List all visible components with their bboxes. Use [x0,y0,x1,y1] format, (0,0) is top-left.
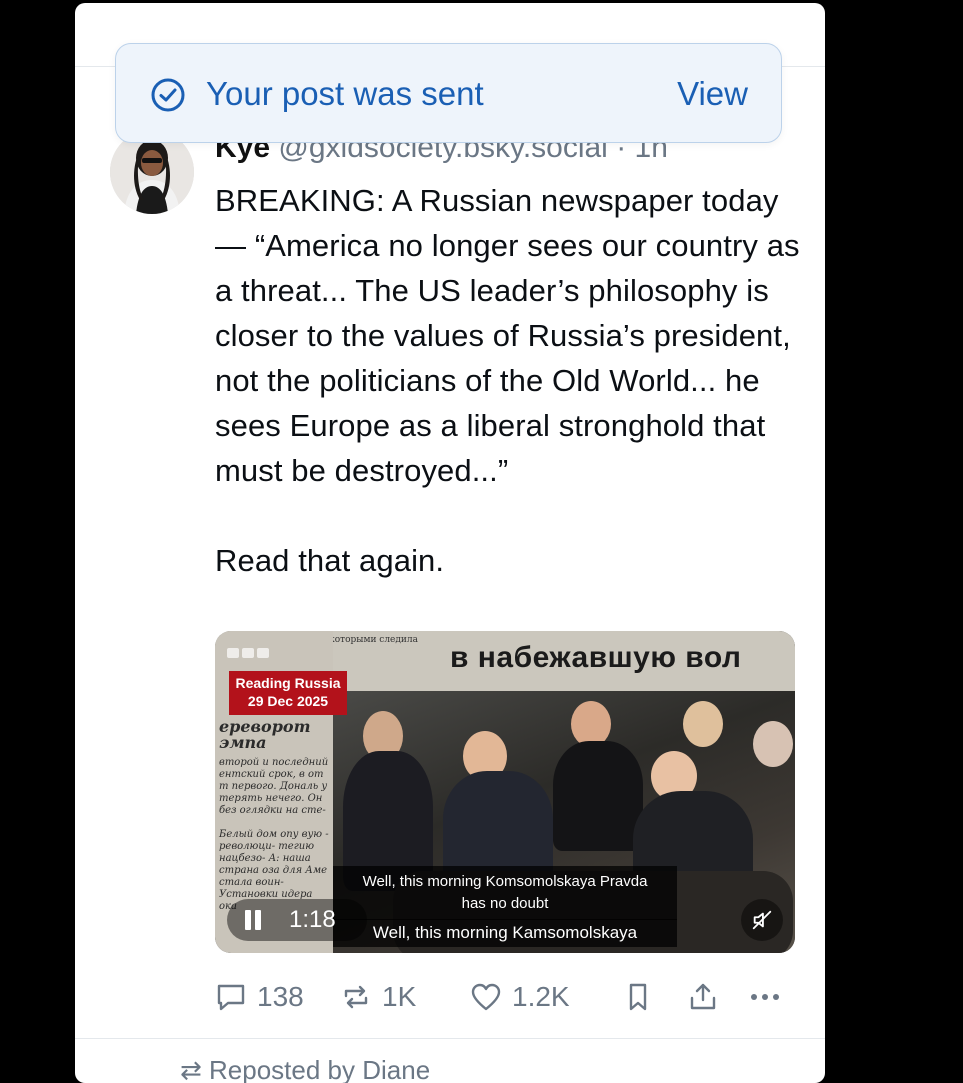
figure-body [553,741,643,851]
like-count: 1.2K [512,981,570,1012]
post-thread-panel: Kye @gxldsociety.bsky.social · 1h BREAKI… [75,3,825,1083]
video-subtitle: Well, this morning Komsomolskaya Pravda … [333,866,677,920]
figure-face [683,701,723,747]
burned-in-caption: Well, this morning Kamsomolskaya [333,919,677,947]
repost-small-icon: ⇄ [180,1055,210,1083]
bookmark-button[interactable] [622,975,654,1019]
post-divider [75,1038,825,1039]
mute-button[interactable] [741,899,783,941]
figure-face [753,721,793,767]
more-options-button[interactable] [747,975,787,1019]
newspaper-column-body: второй и последний ентский срок, в от т … [219,757,329,912]
reply-button[interactable]: 138 [215,975,315,1019]
newspaper-headline: в набежавшую вол [450,641,742,674]
badge-title: Reading Russia [235,675,341,691]
bookmark-icon [629,983,647,1011]
repost-icon [344,985,368,1009]
post-body-text: BREAKING: A Russian newspaper today — “A… [215,183,800,578]
heart-icon [471,983,501,1011]
share-icon [690,983,716,1010]
post-sent-toast[interactable]: Your post was sent View [115,43,782,143]
share-button[interactable] [687,975,719,1019]
repost-label-text: Reposted by Diane [209,1055,431,1083]
repost-button[interactable]: 1K [340,975,430,1019]
check-circle-icon [151,78,185,112]
reading-russia-badge: Reading Russia 29 Dec 2025 [229,671,347,715]
mute-icon [752,910,772,930]
repost-count: 1K [382,981,417,1012]
badge-date: 29 Dec 2025 [247,693,329,709]
toast-view-button[interactable]: View [677,74,748,114]
like-button[interactable]: 1.2K [470,975,580,1019]
subtitle-line-1: Well, this morning Komsomolskaya Pravda [362,873,648,890]
video-progress-dots [227,645,272,663]
reply-icon [217,984,245,1011]
next-post-repost-label[interactable]: ⇄ Reposted by Diane [180,1055,430,1083]
video-duration: 1:18 [289,906,336,933]
post-action-bar: 138 1K 1.2K [215,975,795,1019]
reply-count: 138 [257,981,304,1012]
subtitle-line-2: has no doubt [461,895,549,912]
newspaper-column-text: ереворот эмпа второй и последний ентский… [219,719,329,913]
toast-message: Your post was sent [206,75,484,112]
more-icon [751,994,779,1000]
video-play-control[interactable]: 1:18 [227,899,367,941]
newspaper-subhead: ереворот эмпа [219,717,311,752]
pause-icon[interactable] [243,910,263,930]
video-embed[interactable]: Пять тенденций, за которыми следила весь… [215,631,795,953]
